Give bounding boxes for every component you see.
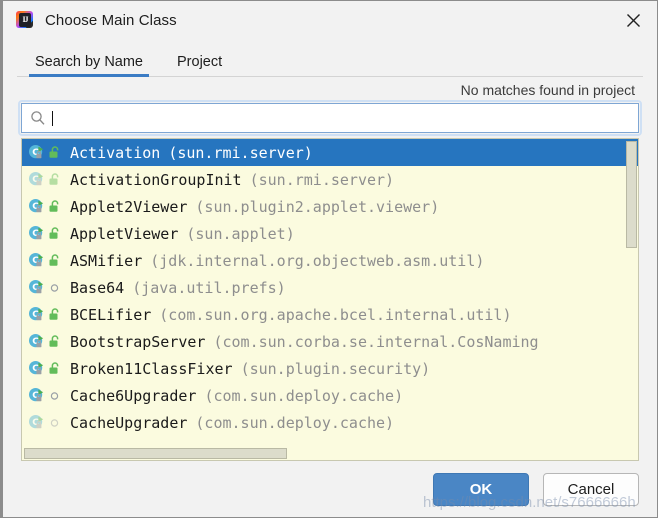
- class-name: AppletViewer: [70, 225, 178, 243]
- package-name: (com.sun.deploy.cache): [195, 414, 394, 432]
- java-class-runnable-icon: C: [28, 144, 45, 161]
- intellij-idea-icon: IJ: [15, 10, 35, 30]
- class-name: Broken11ClassFixer: [70, 360, 233, 378]
- list-item[interactable]: C Activation (sun.rmi.server): [22, 139, 638, 166]
- java-class-runnable-icon: C: [28, 387, 45, 404]
- package-name: (com.sun.corba.se.internal.CosNaming: [213, 333, 538, 351]
- java-class-runnable-icon: C: [28, 279, 45, 296]
- close-icon[interactable]: [615, 5, 651, 35]
- class-name: Base64: [70, 279, 124, 297]
- choose-main-class-dialog: IJ Choose Main Class Search by Name Proj…: [0, 0, 658, 518]
- no-matches-status: No matches found in project: [461, 82, 635, 98]
- java-class-runnable-icon: C: [28, 306, 45, 323]
- package-name: (sun.rmi.server): [250, 171, 395, 189]
- list-item[interactable]: C Cache6Upgrader (com.sun.deploy.cache): [22, 382, 638, 409]
- java-class-runnable-icon: C: [28, 198, 45, 215]
- list-item[interactable]: C CacheUpgrader (com.sun.deploy.cache): [22, 409, 638, 436]
- list-item[interactable]: C ActivationGroupInit (sun.rmi.server): [22, 166, 638, 193]
- java-class-runnable-icon: C: [28, 171, 45, 188]
- public-visibility-icon: [47, 334, 62, 349]
- list-item[interactable]: C ASMifier (jdk.internal.org.objectweb.asm…: [22, 247, 638, 274]
- class-name: ActivationGroupInit: [70, 171, 242, 189]
- class-name: Applet2Viewer: [70, 198, 187, 216]
- vertical-scrollbar-thumb[interactable]: [626, 141, 637, 248]
- java-class-runnable-icon: C: [28, 414, 45, 431]
- package-name: (sun.plugin2.applet.viewer): [195, 198, 439, 216]
- java-class-runnable-icon: C: [28, 252, 45, 269]
- horizontal-scrollbar[interactable]: [22, 447, 624, 460]
- java-class-runnable-icon: C: [28, 360, 45, 377]
- class-name: BCELifier: [70, 306, 151, 324]
- public-visibility-icon: [47, 253, 62, 268]
- package-private-visibility-icon: [47, 388, 62, 403]
- search-field-wrapper: [21, 103, 639, 133]
- horizontal-scrollbar-thumb[interactable]: [24, 448, 287, 459]
- java-class-runnable-icon: C: [28, 333, 45, 350]
- title-bar: IJ Choose Main Class: [3, 1, 657, 39]
- class-name: BootstrapServer: [70, 333, 205, 351]
- public-visibility-icon: [47, 307, 62, 322]
- search-icon: [30, 110, 46, 126]
- class-name: ASMifier: [70, 252, 142, 270]
- package-private-visibility-icon: [47, 415, 62, 430]
- package-name: (jdk.internal.org.objectweb.asm.util): [150, 252, 484, 270]
- tab-bar: Search by Name Project: [3, 39, 657, 77]
- class-name: Activation: [70, 144, 160, 162]
- class-name: Cache6Upgrader: [70, 387, 196, 405]
- list-item[interactable]: C BootstrapServer (com.sun.corba.se.intern…: [22, 328, 638, 355]
- vertical-scrollbar[interactable]: [624, 139, 638, 460]
- package-name: (com.sun.org.apache.bcel.internal.util): [159, 306, 511, 324]
- class-name: CacheUpgrader: [70, 414, 187, 432]
- public-visibility-icon: [47, 199, 62, 214]
- tab-search-by-name[interactable]: Search by Name: [29, 54, 149, 77]
- package-name: (java.util.prefs): [132, 279, 286, 297]
- list-item[interactable]: C Base64 (java.util.prefs): [22, 274, 638, 301]
- tab-project[interactable]: Project: [171, 54, 228, 77]
- public-visibility-icon: [47, 145, 62, 160]
- class-results-list[interactable]: C Activation (sun.rmi.server) C ActivationGr…: [22, 139, 638, 460]
- public-visibility-icon: [47, 361, 62, 376]
- public-visibility-icon: [47, 172, 62, 187]
- cancel-button[interactable]: Cancel: [543, 473, 639, 506]
- list-item[interactable]: C BCELifier (com.sun.org.apache.bcel.inter…: [22, 301, 638, 328]
- package-name: (sun.plugin.security): [241, 360, 431, 378]
- package-name: (com.sun.deploy.cache): [204, 387, 403, 405]
- list-item[interactable]: C Applet2Viewer (sun.plugin2.applet.viewer…: [22, 193, 638, 220]
- list-item[interactable]: C Broken11ClassFixer (sun.plugin.security): [22, 355, 638, 382]
- search-input[interactable]: [53, 104, 638, 132]
- java-class-runnable-icon: C: [28, 225, 45, 242]
- dialog-button-bar: https://blog.csdn.net/s7666666h OK Cance…: [3, 461, 657, 517]
- package-private-visibility-icon: [47, 280, 62, 295]
- list-item[interactable]: C AppletViewer (sun.applet): [22, 220, 638, 247]
- public-visibility-icon: [47, 226, 62, 241]
- page-title: Choose Main Class: [45, 12, 177, 29]
- package-name: (sun.applet): [186, 225, 294, 243]
- class-results-panel: C Activation (sun.rmi.server) C ActivationGr…: [21, 138, 639, 461]
- package-name: (sun.rmi.server): [168, 144, 313, 162]
- search-field[interactable]: [21, 103, 639, 133]
- ok-button[interactable]: OK: [433, 473, 529, 506]
